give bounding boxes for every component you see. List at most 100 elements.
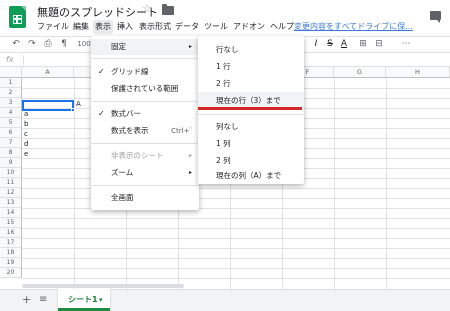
- cell-A5[interactable]: b: [24, 119, 28, 129]
- grid-line: [334, 78, 335, 289]
- freeze-submenu: 行なし 1 行 2 行 現在の行（3）まで 列なし 1 列 2 列 現在の列（A…: [198, 36, 304, 184]
- comment-icon[interactable]: [430, 11, 441, 23]
- add-sheet-icon[interactable]: +: [22, 293, 31, 307]
- row-header[interactable]: 5: [0, 118, 22, 128]
- submenu-arrow-icon: ▸: [188, 43, 192, 50]
- menu-item-label: 全画面: [111, 193, 134, 202]
- menu-data[interactable]: データ: [173, 20, 201, 34]
- freeze-1-row[interactable]: 1 行: [198, 58, 304, 75]
- star-icon[interactable]: ☆: [142, 2, 152, 15]
- zoom-select[interactable]: 100: [76, 37, 92, 52]
- annotation-underline: [198, 107, 302, 110]
- strikethrough-button[interactable]: S: [325, 37, 335, 52]
- view-menu-dropdown: 固定 ▸ ✓ グリッド線 保護されている範囲 ✓ 数式バー 数式を表示 Ctrl…: [91, 36, 199, 210]
- row-header[interactable]: 15: [0, 218, 22, 228]
- menu-item-label: 数式を表示: [111, 126, 149, 135]
- row-header[interactable]: 13: [0, 198, 22, 208]
- freeze-2-rows[interactable]: 2 行: [198, 75, 304, 92]
- row-header[interactable]: 2: [0, 88, 22, 98]
- cell-A6[interactable]: c: [24, 129, 28, 139]
- menu-separator: [91, 101, 199, 102]
- menu-insert[interactable]: 挿入: [115, 20, 135, 34]
- chevron-down-icon[interactable]: ▾: [99, 293, 103, 307]
- row-header[interactable]: 6: [0, 128, 22, 138]
- row-header[interactable]: 1: [0, 78, 22, 88]
- menu-format[interactable]: 表示形式: [137, 20, 173, 34]
- row-header[interactable]: 14: [0, 208, 22, 218]
- menu-item-label: 数式バー: [111, 109, 141, 118]
- row-header[interactable]: 3: [0, 98, 22, 108]
- menu-edit[interactable]: 編集: [71, 20, 91, 34]
- formula-separator: [23, 55, 24, 65]
- menu-item-label: 固定: [111, 42, 126, 51]
- all-sheets-icon[interactable]: ≡: [39, 293, 47, 307]
- menu-item-hidden-sheets: 非表示のシート ▸: [91, 148, 199, 164]
- merge-cells-icon[interactable]: ⊟: [373, 37, 385, 52]
- sheet-tab-label: シート1: [68, 295, 98, 304]
- cell-A8[interactable]: e: [24, 149, 28, 159]
- menu-help[interactable]: ヘルプ: [268, 20, 296, 34]
- folder-icon[interactable]: [162, 4, 174, 15]
- row-header[interactable]: 11: [0, 178, 22, 188]
- text-color-button[interactable]: A: [339, 37, 349, 52]
- freeze-2-columns[interactable]: 2 列: [198, 152, 304, 169]
- menu-item-fullscreen[interactable]: 全画面: [91, 190, 199, 206]
- print-icon[interactable]: ⎙: [42, 37, 54, 52]
- cell-B3[interactable]: A: [76, 99, 81, 109]
- column-header-H[interactable]: H: [386, 67, 450, 78]
- corner-cell[interactable]: [0, 67, 22, 78]
- freeze-up-to-current-column[interactable]: 現在の列（A）まで: [198, 169, 304, 183]
- row-header[interactable]: 18: [0, 248, 22, 258]
- check-icon: ✓: [98, 67, 105, 76]
- undo-icon[interactable]: ↶: [10, 37, 22, 52]
- row-header[interactable]: 4: [0, 108, 22, 118]
- menu-item-freeze[interactable]: 固定 ▸: [91, 39, 199, 55]
- save-status-link[interactable]: 変更内容をすべてドライブに保...: [294, 20, 416, 34]
- check-icon: ✓: [98, 109, 105, 118]
- menu-tools[interactable]: ツール: [202, 20, 230, 34]
- row-header[interactable]: 16: [0, 228, 22, 238]
- menu-separator: [91, 185, 199, 186]
- row-header[interactable]: 7: [0, 138, 22, 148]
- menu-item-label: グリッド線: [111, 67, 149, 76]
- menu-addons[interactable]: アドオン: [231, 20, 267, 34]
- menu-item-show-formulas[interactable]: 数式を表示 Ctrl+`: [91, 123, 199, 139]
- fill-handle[interactable]: [71, 108, 75, 112]
- row-header[interactable]: 12: [0, 188, 22, 198]
- menu-view[interactable]: 表示: [93, 20, 113, 34]
- menu-file[interactable]: ファイル: [35, 20, 71, 34]
- freeze-no-rows[interactable]: 行なし: [198, 41, 304, 58]
- menu-item-formula-bar[interactable]: ✓ 数式バー: [91, 106, 199, 122]
- selected-cell-A3[interactable]: [22, 100, 74, 111]
- redo-icon[interactable]: ↷: [26, 37, 38, 52]
- menu-item-label: 保護されている範囲: [111, 84, 179, 93]
- sheets-logo-icon[interactable]: [9, 6, 26, 28]
- row-header[interactable]: 9: [0, 158, 22, 168]
- row-header[interactable]: 19: [0, 258, 22, 268]
- menu-item-gridlines[interactable]: ✓ グリッド線: [91, 64, 199, 80]
- cell-A7[interactable]: d: [24, 139, 28, 149]
- menu-separator: [91, 58, 199, 59]
- grid-line: [386, 78, 387, 289]
- paint-format-icon[interactable]: ¶: [58, 37, 70, 52]
- more-options-icon[interactable]: ⋯: [400, 37, 412, 52]
- row-header[interactable]: 17: [0, 238, 22, 248]
- shortcut-label: Ctrl+`: [171, 127, 193, 135]
- freeze-no-columns[interactable]: 列なし: [198, 118, 304, 135]
- menu-item-zoom[interactable]: ズーム ▸: [91, 165, 199, 181]
- fx-icon: fx: [6, 55, 14, 64]
- row-header[interactable]: 20: [0, 268, 22, 278]
- column-header-A[interactable]: A: [22, 67, 74, 78]
- menu-item-label: ズーム: [111, 168, 134, 177]
- row-header[interactable]: 8: [0, 148, 22, 158]
- menu-item-protected-ranges[interactable]: 保護されている範囲: [91, 81, 199, 97]
- italic-button[interactable]: I: [311, 37, 321, 52]
- column-header-G[interactable]: G: [334, 67, 386, 78]
- horizontal-scrollbar[interactable]: [22, 284, 184, 288]
- document-title[interactable]: 無題のスプレッドシート: [37, 4, 158, 20]
- row-header[interactable]: 10: [0, 168, 22, 178]
- freeze-1-column[interactable]: 1 列: [198, 135, 304, 152]
- borders-icon[interactable]: ⊞: [357, 37, 369, 52]
- menu-item-label: 非表示のシート: [111, 151, 164, 160]
- menu-separator: [91, 143, 199, 144]
